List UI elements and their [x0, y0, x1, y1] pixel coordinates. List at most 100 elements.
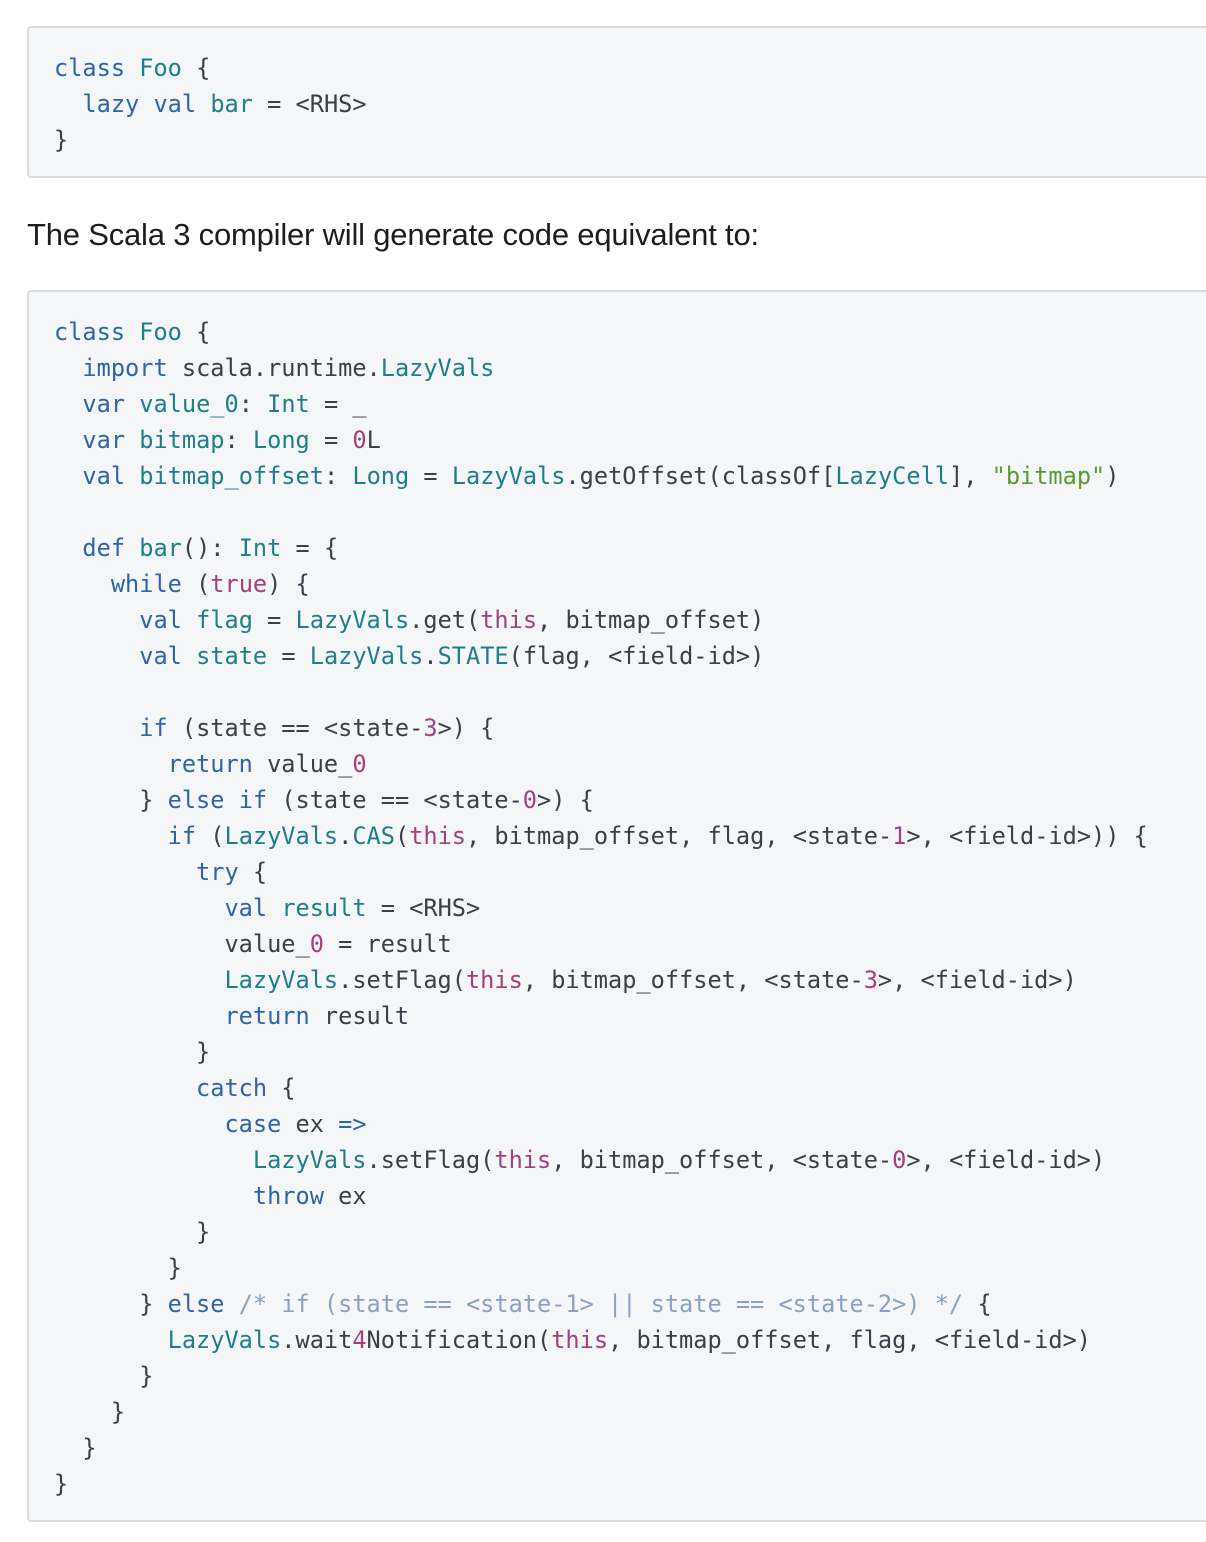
code-token: this — [409, 822, 467, 850]
code-line: } — [54, 1430, 1206, 1466]
code-token: ex — [323, 1182, 367, 1210]
code-token: } — [54, 786, 168, 814]
code-line: } — [54, 1358, 1206, 1394]
code-token: if — [238, 786, 268, 814]
code-token: CAS — [352, 822, 395, 850]
code-token: : — [224, 426, 253, 454]
code-token: "bitmap" — [991, 462, 1106, 490]
description-paragraph: The Scala 3 compiler will generate code … — [27, 217, 759, 252]
code-token: case — [224, 1110, 282, 1138]
code-token: value_0 — [139, 390, 239, 418]
code-listing: class Foo { import scala.runtime.LazyVal… — [29, 292, 1206, 1502]
code-token: LazyVals — [224, 966, 339, 994]
code-token: this — [494, 1146, 552, 1174]
code-token: return — [167, 750, 253, 778]
code-token: = result — [323, 930, 452, 958]
code-token: , bitmap_offset, <state- — [522, 966, 864, 994]
code-token: } — [54, 1254, 182, 1282]
code-line: } — [54, 122, 1206, 158]
code-token: 3 — [863, 966, 878, 994]
code-token: 1 — [892, 822, 907, 850]
code-token: LazyVals — [224, 822, 339, 850]
code-token: (flag, <field-id>) — [508, 642, 765, 670]
code-token: , bitmap_offset, <state- — [551, 1146, 893, 1174]
code-token: ( — [394, 822, 410, 850]
code-listing: class Foo { lazy val bar = <RHS>} — [29, 28, 1206, 158]
code-line: } else /* if (state == <state-1> || stat… — [54, 1286, 1206, 1322]
code-token: 3 — [423, 714, 438, 742]
code-token: scala.runtime. — [167, 354, 381, 382]
code-token: = — [267, 642, 310, 670]
code-token: ( — [196, 822, 225, 850]
code-token: ( — [181, 570, 211, 598]
code-line: throw ex — [54, 1178, 1206, 1214]
code-token: } — [54, 1290, 168, 1318]
code-token: = _ — [309, 390, 367, 418]
code-token: : — [238, 390, 268, 418]
code-token: class — [54, 54, 126, 82]
code-line: var bitmap: Long = 0L — [54, 422, 1206, 458]
code-line: val bitmap_offset: Long = LazyVals.getOf… — [54, 458, 1206, 494]
code-token: = { — [281, 534, 339, 562]
code-token: class — [54, 318, 126, 346]
code-token: Int — [267, 390, 310, 418]
code-line: } — [54, 1394, 1206, 1430]
code-token: Foo — [139, 54, 182, 82]
code-token: LazyVals — [380, 354, 495, 382]
code-token: STATE — [437, 642, 509, 670]
code-token: , bitmap_offset) — [537, 606, 765, 634]
code-line: import scala.runtime.LazyVals — [54, 350, 1206, 386]
code-token: Foo — [139, 318, 182, 346]
code-line: value_0 = result — [54, 926, 1206, 962]
code-token: = <RHS> — [366, 894, 481, 922]
code-token: else — [167, 786, 225, 814]
code-line: LazyVals.wait4Notification(this, bitmap_… — [54, 1322, 1206, 1358]
code-token: ) — [1105, 462, 1120, 490]
code-token: ex — [281, 1110, 339, 1138]
code-token: bitmap — [139, 426, 225, 454]
code-token: { — [181, 318, 211, 346]
code-line: if (LazyVals.CAS(this, bitmap_offset, fl… — [54, 818, 1206, 854]
code-token: , bitmap_offset, flag, <state- — [466, 822, 893, 850]
code-token: return — [224, 1002, 310, 1030]
code-token: 4 — [352, 1326, 367, 1354]
code-token: { — [238, 858, 268, 886]
code-token: 0 — [309, 930, 324, 958]
code-token: bitmap_offset — [139, 462, 324, 490]
code-token: import — [82, 354, 168, 382]
code-token: : — [323, 462, 353, 490]
code-line: return result — [54, 998, 1206, 1034]
code-token: >) { — [437, 714, 495, 742]
code-token: this — [551, 1326, 609, 1354]
code-line: if (state == <state-3>) { — [54, 710, 1206, 746]
code-block-lazy-val-source: class Foo { lazy val bar = <RHS>} — [27, 26, 1206, 178]
code-line: val result = <RHS> — [54, 890, 1206, 926]
code-token: Long — [252, 426, 310, 454]
code-line: } — [54, 1214, 1206, 1250]
code-token: = — [252, 606, 296, 634]
code-token: . — [423, 642, 438, 670]
code-token: .get( — [409, 606, 481, 634]
code-line: catch { — [54, 1070, 1206, 1106]
code-token: Notification( — [366, 1326, 552, 1354]
code-token: . — [338, 822, 353, 850]
code-token: = — [309, 426, 353, 454]
code-token: value_ — [252, 750, 353, 778]
